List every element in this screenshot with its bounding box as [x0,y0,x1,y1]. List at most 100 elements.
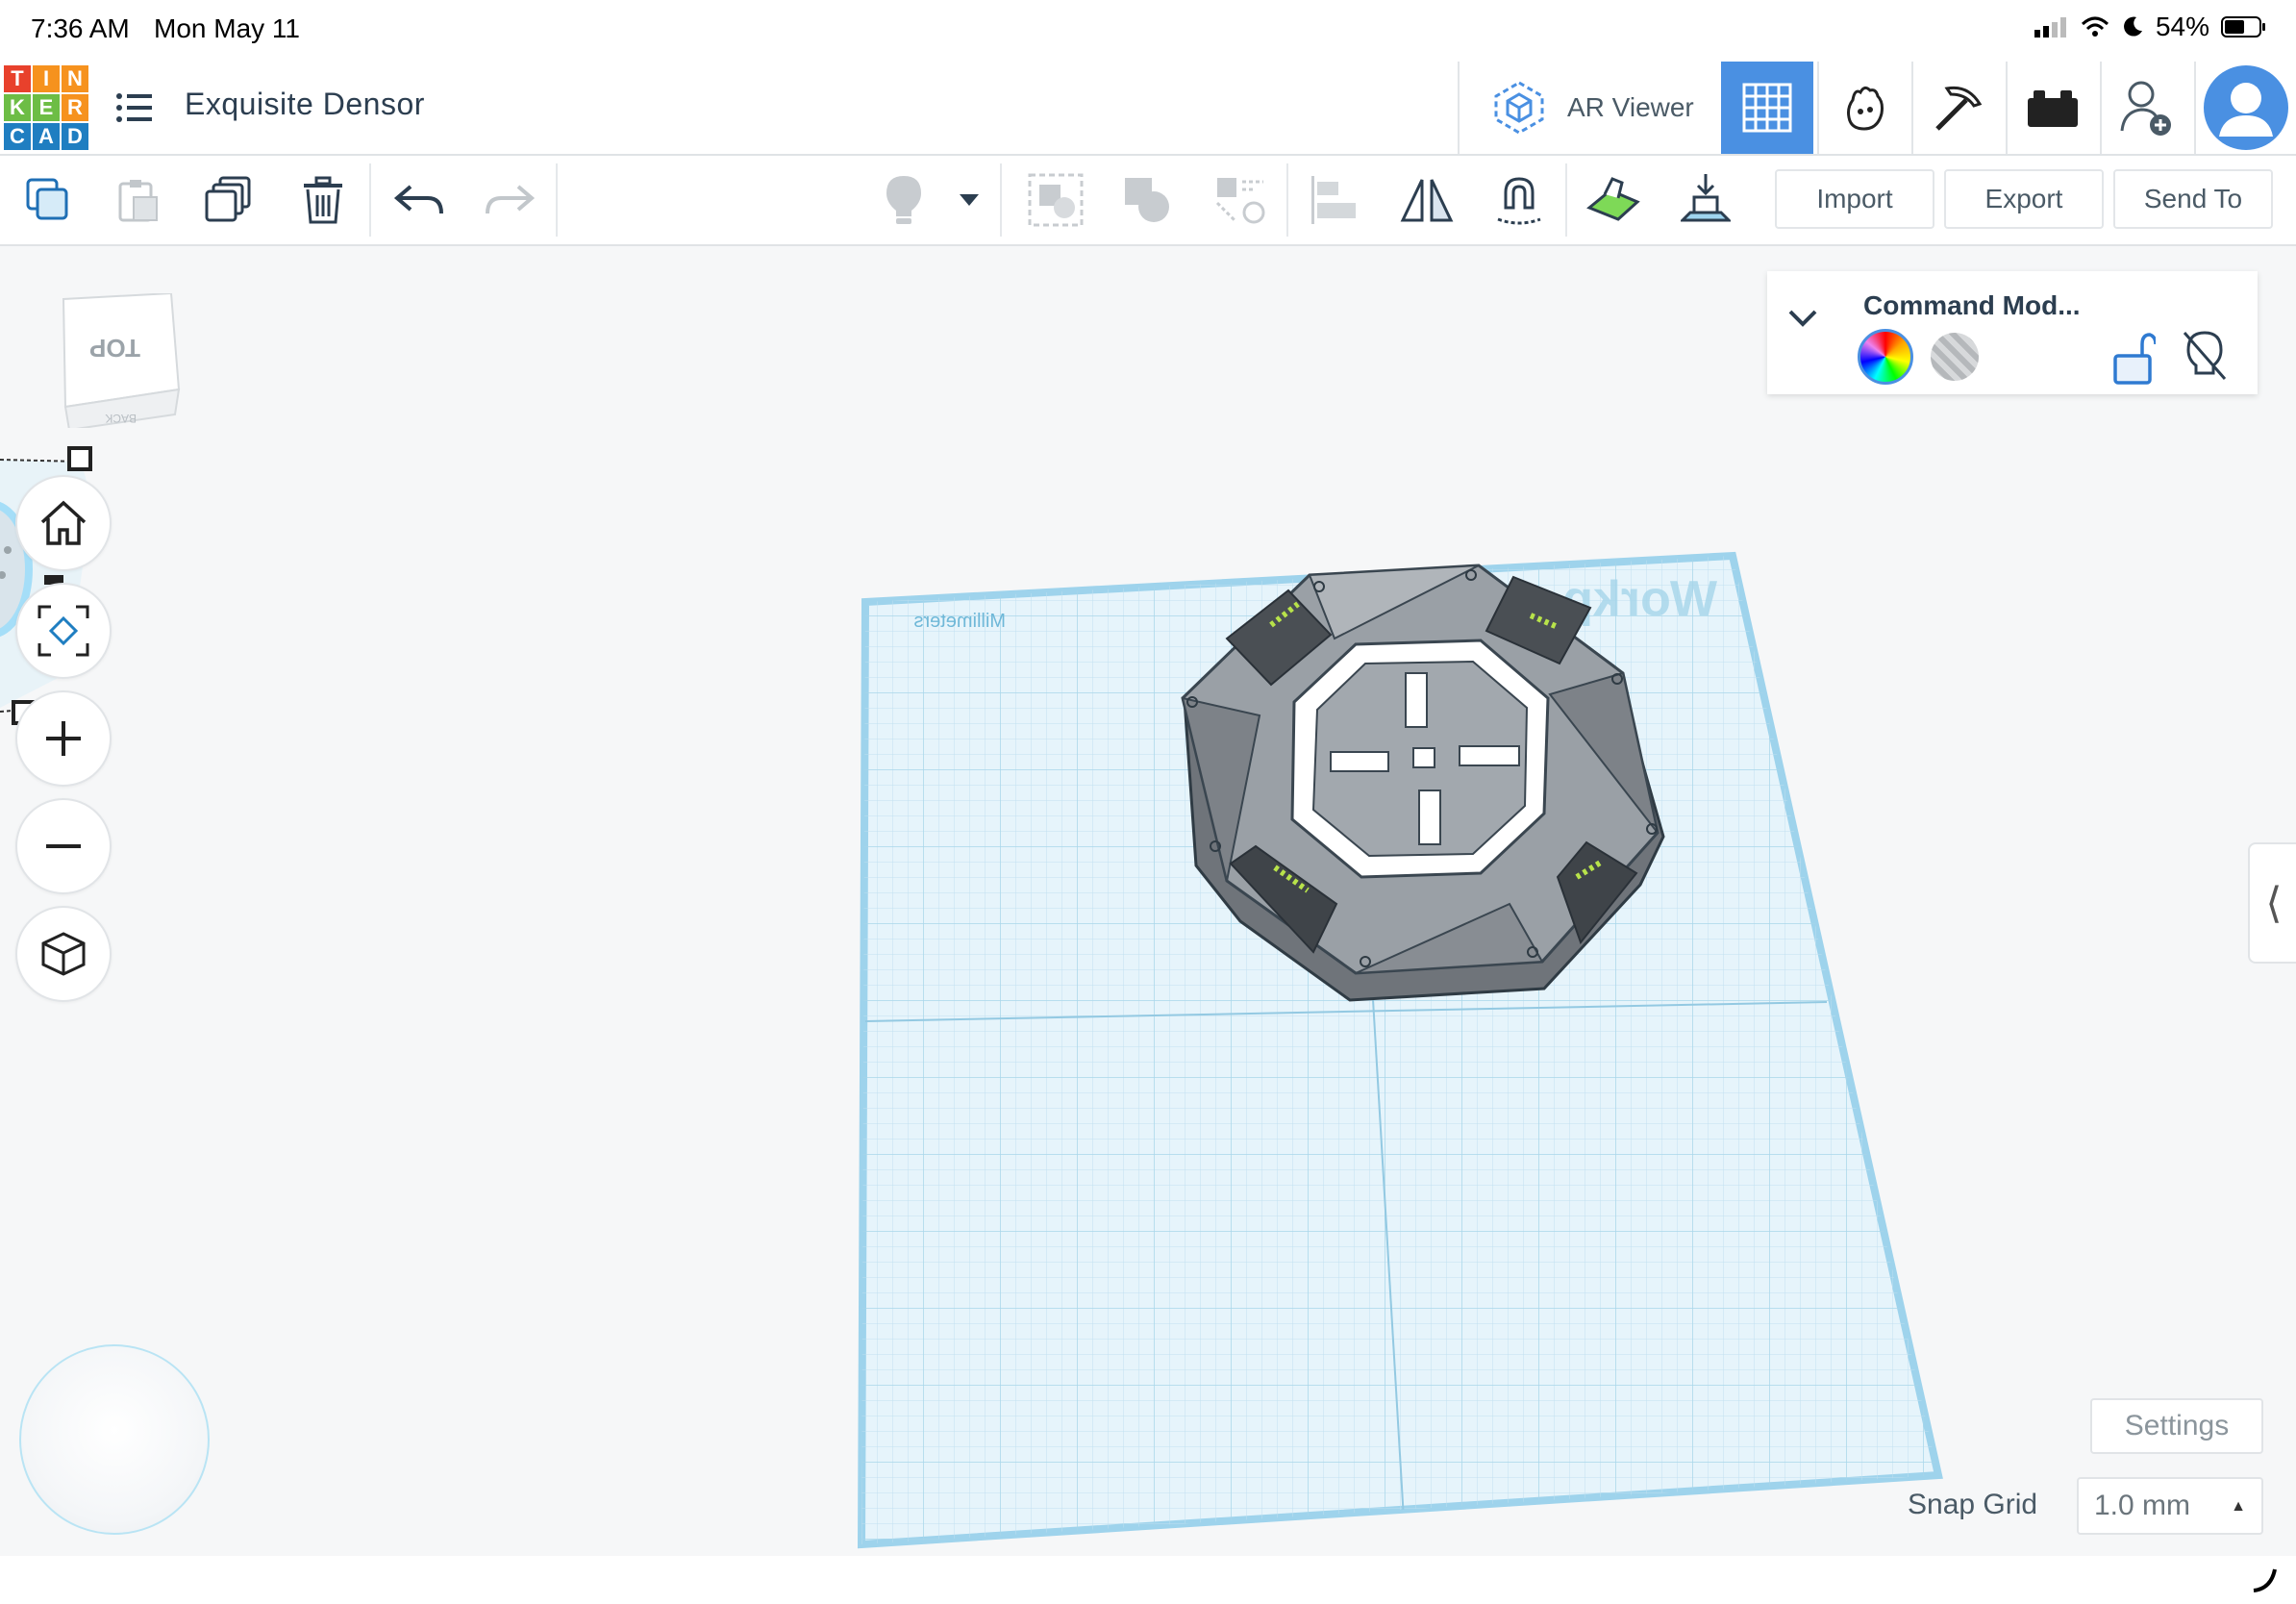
logo-letter: C [4,123,31,150]
grid-icon [1742,83,1792,133]
shapes-panel-toggle[interactable]: ⟨ [2248,842,2296,964]
chevron-left-icon: ⟨ [2265,879,2283,927]
delete-button[interactable] [292,169,354,231]
fit-all-icon [37,605,89,657]
add-collaborator-button[interactable] [2100,62,2192,154]
logo-letter: E [33,94,60,121]
inspector-title: Command Mod... [1863,290,2081,320]
group-button[interactable] [1025,169,1086,231]
logo-letter: T [4,65,31,92]
hole-swatch[interactable] [1931,333,1979,381]
design-title[interactable]: Exquisite Densor [185,87,425,122]
redo-button[interactable] [479,169,540,231]
workplane-title-label: Workp [1562,571,1717,627]
logo-letter: D [62,123,88,150]
scatter-shapes-icon [1215,178,1265,224]
home-icon [40,500,87,545]
import-button[interactable]: Import [1775,169,1934,229]
brick-icon [2028,90,2078,127]
duplicate-icon [205,176,251,222]
caret-down-icon [960,194,979,206]
status-date: Mon May 11 [154,13,300,43]
bottom-bar [0,1556,2296,1604]
toolbar-divider [556,163,558,237]
paste-icon [118,180,158,222]
resize-handle[interactable] [67,446,92,471]
solid-color-swatch[interactable] [1858,329,1913,385]
ortho-view-button[interactable] [15,906,112,1002]
lightbulb-icon [886,176,921,224]
copy-button[interactable] [17,169,79,231]
align-button[interactable] [1304,169,1365,231]
workplane-button[interactable] [1583,169,1644,231]
navigation-joystick[interactable] [19,1344,210,1535]
send-to-button[interactable]: Send To [2113,169,2273,229]
battery-percent: 54% [2155,12,2209,41]
resize-grip-icon [2253,1568,2277,1592]
duplicate-button[interactable] [198,169,260,231]
blocks-view-button[interactable] [1817,62,1909,154]
notes-dropdown[interactable] [950,169,988,231]
minecraft-view-button[interactable] [1911,62,2004,154]
app-header: T I N K E R C A D Exquisite Densor AR Vi… [0,62,2296,156]
paste-button[interactable] [108,169,169,231]
ruler-button[interactable] [1675,169,1736,231]
undo-icon [393,185,443,214]
copy-icon [26,178,68,220]
minus-icon [46,844,81,848]
toolbar-divider [369,163,371,237]
status-time: 7:36 AM [31,13,130,43]
shape-inspector-panel: Command Mod... [1767,271,2258,394]
zoom-out-button[interactable] [15,798,112,894]
plus-icon [46,721,81,756]
zoom-in-button[interactable] [15,690,112,787]
cruise-button[interactable] [1488,169,1550,231]
unlock-icon[interactable] [2113,331,2156,385]
trash-icon [304,176,342,224]
snap-grid-value: 1.0 mm [2094,1490,2191,1521]
workplane-units-label: Millimeters [913,611,1006,632]
hand-icon [1847,86,1884,131]
fit-view-button[interactable] [15,583,112,679]
ar-viewer-button[interactable]: AR Viewer [1458,62,1719,154]
logo-letter: A [33,123,60,150]
ungroup-button[interactable] [1117,169,1179,231]
mirror-button[interactable] [1396,169,1458,231]
toolbar-divider [1286,163,1288,237]
fit-button[interactable] [1210,169,1271,231]
user-avatar[interactable] [2194,62,2296,154]
ar-viewer-label: AR Viewer [1567,92,1694,122]
add-user-icon [2120,81,2171,136]
workplane-icon [1586,177,1640,221]
edit-toolbar: Import Export Send To [0,156,2296,246]
tinkercad-logo[interactable]: T I N K E R C A D [4,65,88,150]
logo-letter: R [62,94,88,121]
workplane[interactable]: Millimeters Workp [0,246,2296,1556]
cube-icon [41,932,86,976]
notes-button[interactable] [873,169,935,231]
settings-button[interactable]: Settings [2090,1398,2263,1454]
view-cube-back-label: BACK [105,412,137,425]
snap-grid-select[interactable]: 1.0 mm ▲ [2077,1477,2263,1535]
home-view-button[interactable] [15,475,112,571]
bricks-view-button[interactable] [2006,62,2098,154]
logo-letter: K [4,94,31,121]
redo-icon [486,185,536,214]
status-indicators: 54% [2034,12,2267,42]
collapse-chevron-icon[interactable] [1788,310,1817,327]
user-avatar-icon [2204,65,2288,150]
design-canvas[interactable]: Millimeters Workp [0,246,2296,1556]
3d-design-view-button[interactable] [1721,62,1813,154]
wifi-icon [2081,16,2109,37]
group-icon [1028,173,1084,227]
toolbar-divider [1565,163,1567,237]
ar-cube-icon [1494,81,1544,135]
undo-button[interactable] [388,169,450,231]
view-cube[interactable]: TOP BACK [60,293,185,428]
hide-bulb-icon[interactable] [2181,329,2229,383]
caret-up-icon: ▲ [2231,1498,2246,1515]
toolbar-divider [1000,163,1002,237]
battery-icon [2221,16,2265,38]
export-button[interactable]: Export [1944,169,2104,229]
list-menu-icon[interactable] [115,90,154,125]
